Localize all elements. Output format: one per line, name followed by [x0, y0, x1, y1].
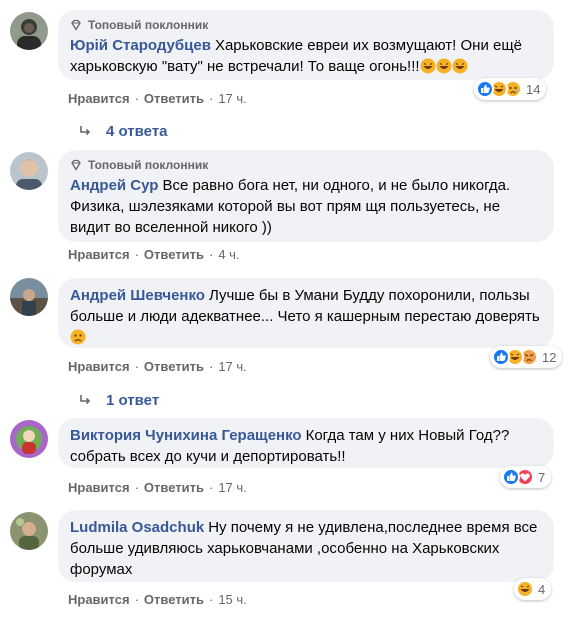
- comment-bubble: Топовый поклонник Юрій Стародубцев Харько…: [58, 10, 554, 80]
- comment-actions: Нравится · Ответить · 15 ч.: [68, 591, 247, 607]
- reply-button[interactable]: Ответить: [144, 359, 204, 374]
- comment-text: Андрей Сур Все равно бога нет, ни одного,…: [70, 175, 542, 238]
- reply-button[interactable]: Ответить: [144, 247, 204, 262]
- laughing-emoji: [420, 58, 468, 75]
- separator-dot: ·: [134, 358, 139, 374]
- reply-arrow-icon: [80, 395, 91, 405]
- comment-text: Ludmila Osadchuk Ну почему я не удивлена,…: [70, 517, 542, 580]
- avatar[interactable]: [10, 512, 48, 550]
- badge-label: Топовый поклонник: [88, 158, 209, 172]
- reactions-summary[interactable]: 4: [514, 578, 552, 600]
- separator-dot: ·: [208, 246, 214, 262]
- comment-author[interactable]: Андрей Шевченко: [70, 287, 205, 304]
- like-reaction-icon: [476, 80, 494, 98]
- reactions-summary[interactable]: 7: [500, 466, 552, 488]
- like-reaction-icon: [492, 348, 510, 366]
- like-button[interactable]: Нравится: [68, 91, 130, 106]
- comment-timestamp[interactable]: 17 ч.: [218, 359, 246, 374]
- comment-author[interactable]: Ludmila Osadchuk: [70, 519, 204, 536]
- avatar[interactable]: [10, 278, 48, 316]
- separator-dot: ·: [134, 90, 139, 106]
- like-button[interactable]: Нравится: [68, 480, 130, 495]
- comment-timestamp[interactable]: 4 ч.: [218, 247, 239, 262]
- separator-dot: ·: [134, 479, 139, 495]
- haha-reaction-icon: [516, 580, 534, 598]
- diamond-icon: [71, 19, 81, 31]
- comment-author[interactable]: Андрей Сур: [70, 177, 158, 194]
- comment-actions: Нравится · Ответить · 17 ч.: [68, 358, 247, 374]
- comment-actions: Нравится · Ответить · 17 ч.: [68, 479, 247, 495]
- badge-label: Топовый поклонник: [88, 18, 209, 32]
- comment-timestamp[interactable]: 17 ч.: [218, 91, 246, 106]
- separator-dot: ·: [134, 591, 139, 607]
- comment-bubble: Ludmila Osadchuk Ну почему я не удивлена,…: [58, 510, 554, 582]
- reply-button[interactable]: Ответить: [144, 592, 204, 607]
- comment-text: Виктория Чунихина Геращенко Когда там у н…: [70, 425, 542, 467]
- reply-button[interactable]: Ответить: [144, 480, 204, 495]
- top-fan-badge: Топовый поклонник: [70, 17, 542, 33]
- reply-arrow-icon: [80, 126, 91, 136]
- separator-dot: ·: [208, 479, 214, 495]
- top-fan-badge: Топовый поклонник: [70, 157, 542, 173]
- comment-text: Андрей Шевченко Лучше бы в Умани Будду по…: [70, 285, 542, 348]
- comment-timestamp[interactable]: 15 ч.: [218, 592, 246, 607]
- comment-actions: Нравится · Ответить · 17 ч.: [68, 90, 247, 106]
- comment-bubble: Топовый поклонник Андрей Сур Все равно бо…: [58, 150, 554, 242]
- separator-dot: ·: [208, 358, 214, 374]
- separator-dot: ·: [208, 90, 214, 106]
- avatar[interactable]: [10, 12, 48, 50]
- reactions-summary[interactable]: 12: [490, 346, 563, 368]
- reactions-count: 4: [538, 581, 546, 597]
- comment-author[interactable]: Юрій Стародубцев: [70, 37, 211, 54]
- like-button[interactable]: Нравится: [68, 247, 130, 262]
- avatar[interactable]: [10, 152, 48, 190]
- reactions-count: 14: [526, 81, 541, 97]
- comment-bubble: Виктория Чунихина Геращенко Когда там у н…: [58, 418, 554, 468]
- comment-text: Юрій Стародубцев Харьковские евреи их воз…: [70, 35, 542, 77]
- separator-dot: ·: [134, 246, 139, 262]
- view-replies-link[interactable]: 4 ответа: [78, 121, 168, 141]
- comment-bubble: Андрей Шевченко Лучше бы в Умани Будду по…: [58, 278, 554, 348]
- comment-author[interactable]: Виктория Чунихина Геращенко: [70, 427, 302, 444]
- comment-actions: Нравится · Ответить · 4 ч.: [68, 246, 240, 262]
- reactions-count: 7: [538, 469, 546, 485]
- like-button[interactable]: Нравится: [68, 359, 130, 374]
- reactions-summary[interactable]: 14: [474, 78, 547, 100]
- separator-dot: ·: [208, 591, 214, 607]
- like-button[interactable]: Нравится: [68, 592, 130, 607]
- view-replies-link[interactable]: 1 ответ: [78, 390, 159, 410]
- replies-count-label: 4 ответа: [106, 122, 168, 140]
- diamond-icon: [71, 159, 81, 171]
- comment-timestamp[interactable]: 17 ч.: [218, 480, 246, 495]
- replies-count-label: 1 ответ: [106, 391, 160, 409]
- frowning-emoji: [70, 329, 86, 346]
- reply-button[interactable]: Ответить: [144, 91, 204, 106]
- like-reaction-icon: [502, 468, 520, 486]
- reactions-count: 12: [542, 349, 557, 365]
- avatar[interactable]: [10, 420, 48, 458]
